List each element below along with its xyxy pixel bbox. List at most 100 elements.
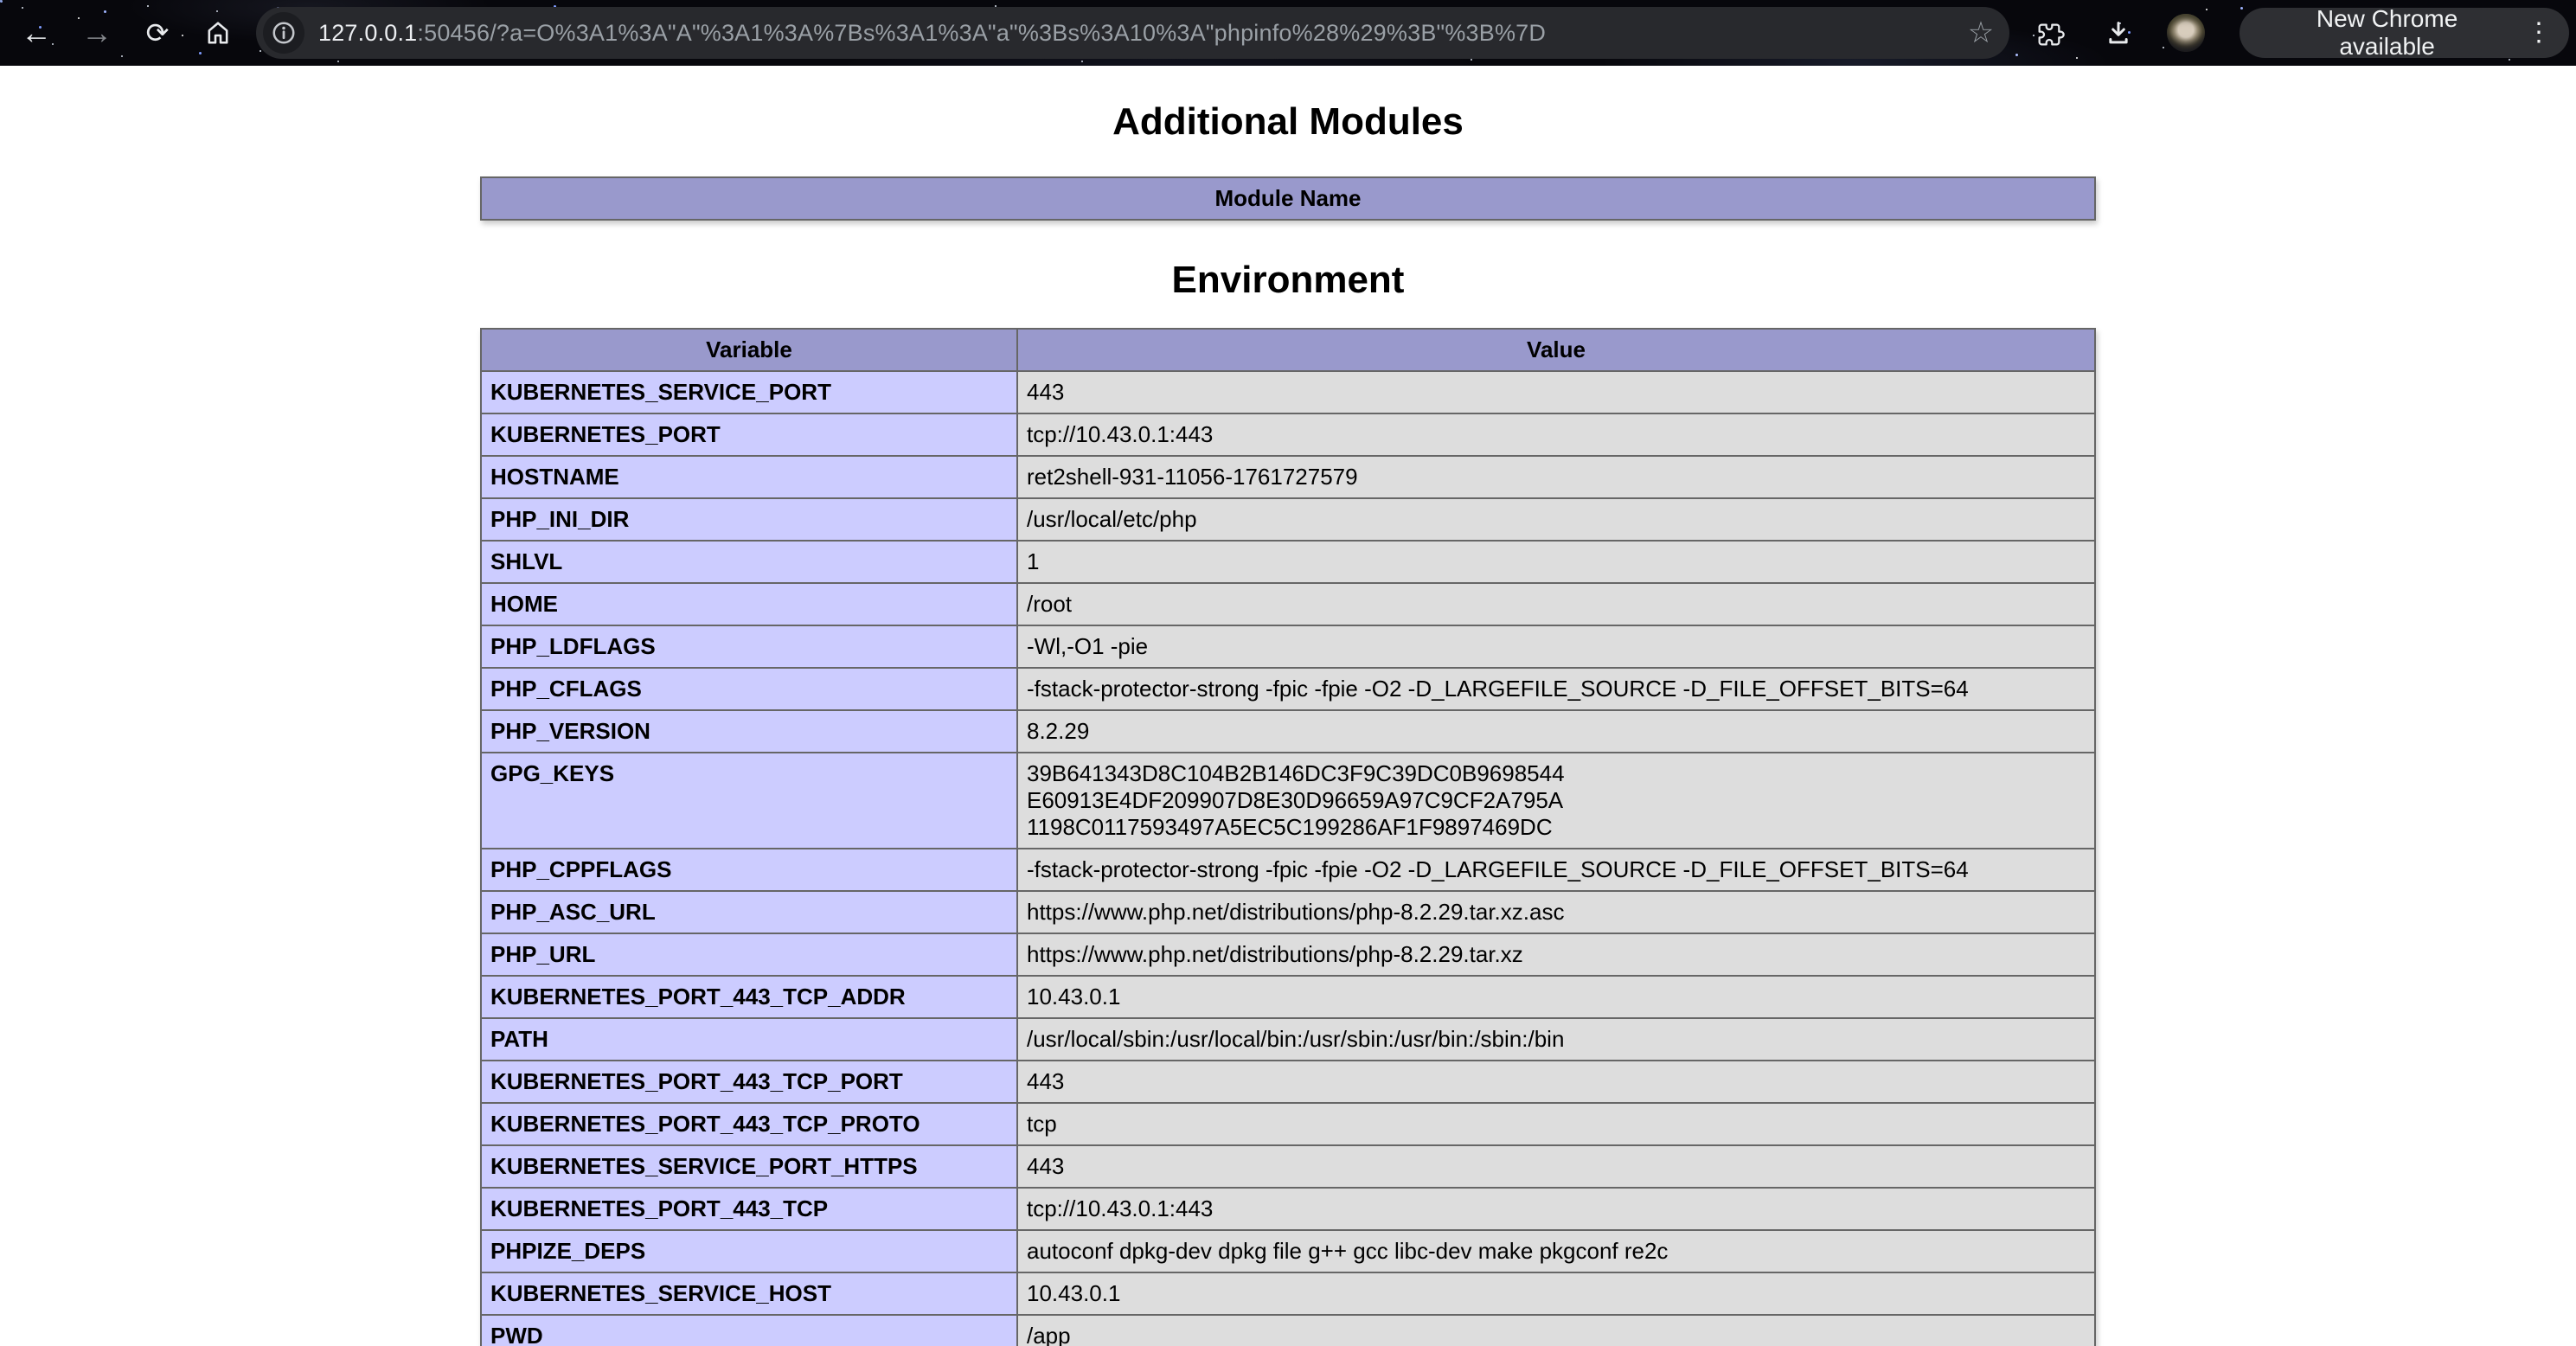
table-row: KUBERNETES_SERVICE_PORT 443: [481, 371, 2095, 413]
value-text: ret2shell-931-11056-1761727579: [1027, 464, 1358, 490]
table-row: SHLVL 1: [481, 541, 2095, 583]
value-text: tcp://10.43.0.1:443: [1027, 421, 1213, 447]
variable-cell: KUBERNETES_PORT_443_TCP: [481, 1188, 1017, 1230]
variable-cell: PHP_ASC_URL: [481, 891, 1017, 933]
value-header: Value: [1017, 329, 2095, 371]
variable-cell: SHLVL: [481, 541, 1017, 583]
table-row: KUBERNETES_PORT_443_TCP tcp://10.43.0.1:…: [481, 1188, 2095, 1230]
environment-heading: Environment: [0, 259, 2576, 302]
browser-toolbar: ← → ⟳ 127.0.0.1:50456/?a=O%3A1%3A"A"%3A1…: [0, 0, 2576, 66]
value-text: tcp://10.43.0.1:443: [1027, 1195, 1213, 1221]
variable-cell: HOME: [481, 583, 1017, 625]
value-cell: tcp://10.43.0.1:443: [1017, 1188, 2095, 1230]
env-table-body: KUBERNETES_SERVICE_PORT 443 KUBERNETES_P…: [481, 371, 2095, 1346]
value-text: tcp: [1027, 1111, 1057, 1137]
url-host: 127.0.0.1: [318, 20, 417, 46]
value-text: 10.43.0.1: [1027, 1280, 1120, 1306]
table-row: HOME /root: [481, 583, 2095, 625]
value-cell: autoconf dpkg-dev dpkg file g++ gcc libc…: [1017, 1230, 2095, 1272]
table-row: PHP_ASC_URL https://www.php.net/distribu…: [481, 891, 2095, 933]
back-button[interactable]: ←: [12, 9, 61, 57]
bookmark-star-icon[interactable]: ☆: [1968, 16, 1994, 50]
value-text: -fstack-protector-strong -fpic -fpie -O2…: [1027, 856, 1969, 882]
value-text: /root: [1027, 591, 1072, 617]
value-cell: 8.2.29: [1017, 710, 2095, 753]
value-text: https://www.php.net/distributions/php-8.…: [1027, 899, 1564, 925]
value-cell: 443: [1017, 371, 2095, 413]
variable-cell: PHP_LDFLAGS: [481, 625, 1017, 668]
value-cell: /usr/local/etc/php: [1017, 498, 2095, 541]
table-row: PATH /usr/local/sbin:/usr/local/bin:/usr…: [481, 1018, 2095, 1061]
value-cell: 39B641343D8C104B2B146DC3F9C39DC0B9698544…: [1017, 753, 2095, 849]
table-row: PWD /app: [481, 1315, 2095, 1346]
value-text: 443: [1027, 1153, 1064, 1179]
value-text: 443: [1027, 1068, 1064, 1094]
value-text: 39B641343D8C104B2B146DC3F9C39DC0B9698544…: [1027, 760, 1565, 840]
download-button[interactable]: [2099, 14, 2137, 52]
info-icon: [271, 20, 297, 46]
variable-cell: KUBERNETES_PORT_443_TCP_ADDR: [481, 976, 1017, 1018]
variable-cell: KUBERNETES_PORT: [481, 413, 1017, 456]
value-cell: 1: [1017, 541, 2095, 583]
module-name-header: Module Name: [481, 177, 2095, 220]
table-row: PHP_CFLAGS -fstack-protector-strong -fpi…: [481, 668, 2095, 710]
value-text: 443: [1027, 379, 1064, 405]
site-info-chip[interactable]: [263, 12, 304, 54]
value-cell: -fstack-protector-strong -fpic -fpie -O2…: [1017, 668, 2095, 710]
table-header-row: Module Name: [481, 177, 2095, 220]
home-button[interactable]: [194, 9, 242, 57]
page-content: Additional Modules Module Name Environme…: [0, 66, 2576, 1346]
additional-modules-heading: Additional Modules: [0, 100, 2576, 144]
avatar[interactable]: [2167, 14, 2205, 52]
forward-button[interactable]: →: [73, 9, 121, 57]
value-cell: 443: [1017, 1061, 2095, 1103]
value-cell: https://www.php.net/distributions/php-8.…: [1017, 891, 2095, 933]
kebab-menu-icon[interactable]: ⋮: [2526, 20, 2552, 46]
value-text: 1: [1027, 548, 1039, 574]
table-row: HOSTNAME ret2shell-931-11056-1761727579: [481, 456, 2095, 498]
variable-cell: PHP_URL: [481, 933, 1017, 976]
table-row: PHP_LDFLAGS -Wl,-O1 -pie: [481, 625, 2095, 668]
table-row: KUBERNETES_PORT tcp://10.43.0.1:443: [481, 413, 2095, 456]
url-path: :50456/?a=O%3A1%3A"A"%3A1%3A%7Bs%3A1%3A"…: [417, 20, 1546, 46]
table-row: KUBERNETES_SERVICE_HOST 10.43.0.1: [481, 1272, 2095, 1315]
new-chrome-available-button[interactable]: New Chrome available ⋮: [2240, 8, 2569, 58]
value-cell: https://www.php.net/distributions/php-8.…: [1017, 933, 2095, 976]
value-text: https://www.php.net/distributions/php-8.…: [1027, 941, 1523, 967]
value-cell: tcp: [1017, 1103, 2095, 1145]
value-cell: 10.43.0.1: [1017, 1272, 2095, 1315]
table-row: PHP_INI_DIR /usr/local/etc/php: [481, 498, 2095, 541]
value-cell: -Wl,-O1 -pie: [1017, 625, 2095, 668]
variable-cell: KUBERNETES_SERVICE_PORT: [481, 371, 1017, 413]
extensions-button[interactable]: [2032, 14, 2070, 52]
variable-cell: PHP_CPPFLAGS: [481, 849, 1017, 891]
download-icon: [2105, 19, 2132, 47]
variable-cell: HOSTNAME: [481, 456, 1017, 498]
table-row: KUBERNETES_PORT_443_TCP_PORT 443: [481, 1061, 2095, 1103]
value-text: -fstack-protector-strong -fpic -fpie -O2…: [1027, 676, 1969, 702]
value-text: 10.43.0.1: [1027, 984, 1120, 1010]
url-bar[interactable]: 127.0.0.1:50456/?a=O%3A1%3A"A"%3A1%3A%7B…: [256, 7, 2009, 59]
url-text[interactable]: 127.0.0.1:50456/?a=O%3A1%3A"A"%3A1%3A%7B…: [318, 20, 1958, 47]
value-cell: ret2shell-931-11056-1761727579: [1017, 456, 2095, 498]
extensions-puzzle-icon: [2037, 19, 2065, 47]
table-header-row: Variable Value: [481, 329, 2095, 371]
value-text: autoconf dpkg-dev dpkg file g++ gcc libc…: [1027, 1238, 1668, 1264]
value-text: -Wl,-O1 -pie: [1027, 633, 1148, 659]
value-cell: /app: [1017, 1315, 2095, 1346]
reload-button[interactable]: ⟳: [133, 9, 182, 57]
variable-cell: KUBERNETES_SERVICE_HOST: [481, 1272, 1017, 1315]
value-cell: /root: [1017, 583, 2095, 625]
module-name-table: Module Name: [480, 176, 2096, 221]
table-row: PHP_CPPFLAGS -fstack-protector-strong -f…: [481, 849, 2095, 891]
value-cell: tcp://10.43.0.1:443: [1017, 413, 2095, 456]
variable-cell: PATH: [481, 1018, 1017, 1061]
variable-cell: KUBERNETES_SERVICE_PORT_HTTPS: [481, 1145, 1017, 1188]
variable-cell: PHPIZE_DEPS: [481, 1230, 1017, 1272]
environment-table: Variable Value KUBERNETES_SERVICE_PORT 4…: [480, 328, 2096, 1346]
variable-cell: PHP_CFLAGS: [481, 668, 1017, 710]
variable-cell: PWD: [481, 1315, 1017, 1346]
table-row: PHP_URL https://www.php.net/distribution…: [481, 933, 2095, 976]
variable-cell: KUBERNETES_PORT_443_TCP_PORT: [481, 1061, 1017, 1103]
table-row: KUBERNETES_PORT_443_TCP_PROTO tcp: [481, 1103, 2095, 1145]
